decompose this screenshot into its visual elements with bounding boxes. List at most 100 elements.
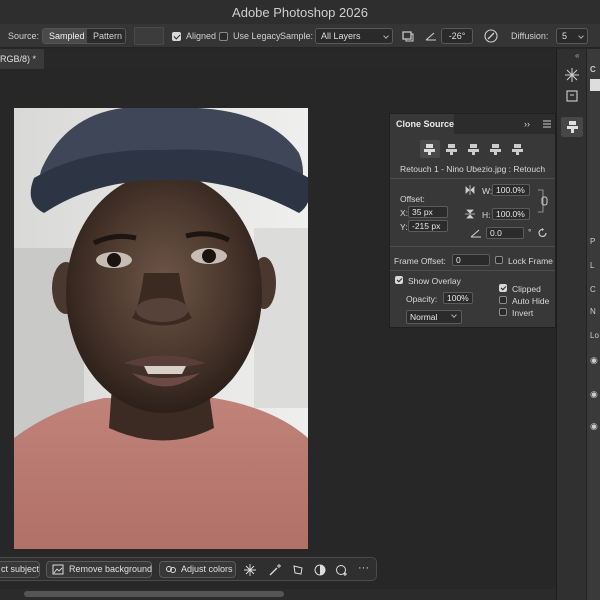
stamp-icon bbox=[468, 144, 479, 155]
sample-select-value: All Layers bbox=[321, 31, 361, 41]
height-label: H: bbox=[482, 210, 491, 220]
auto-hide-label: Auto Hide bbox=[512, 296, 550, 306]
document-tab-title: RGB/8) * bbox=[0, 54, 37, 64]
diffusion-label: Diffusion: bbox=[511, 31, 549, 41]
lock-frame-checkbox[interactable] bbox=[495, 256, 503, 264]
window-title-bar: Adobe Photoshop 2026 bbox=[0, 0, 600, 24]
use-legacy-checkbox[interactable] bbox=[219, 32, 228, 41]
app-title: Adobe Photoshop 2026 bbox=[232, 5, 368, 20]
angle-input[interactable]: -26° bbox=[441, 28, 473, 44]
visibility-eye-icon[interactable]: ◉ bbox=[590, 389, 598, 400]
offset-y-value: -215 px bbox=[412, 221, 441, 231]
history-brush-tool[interactable] bbox=[561, 86, 583, 106]
angle-value: -26° bbox=[448, 31, 466, 41]
visibility-eye-icon[interactable]: ◉ bbox=[590, 355, 598, 366]
show-overlay-label: Show Overlay bbox=[408, 276, 461, 286]
width-label: W: bbox=[482, 186, 493, 196]
panel-fragment: N bbox=[590, 307, 596, 316]
angle-unit: ° bbox=[528, 227, 532, 237]
collapse-icon[interactable]: ›› bbox=[524, 119, 530, 129]
adjust-colors-button[interactable]: Adjust colors bbox=[159, 561, 236, 578]
document-tab[interactable]: RGB/8) * bbox=[0, 49, 44, 69]
collapse-icon[interactable]: « bbox=[575, 51, 579, 60]
spot-healing-tool[interactable] bbox=[561, 65, 583, 85]
invert-label: Invert bbox=[512, 308, 534, 318]
transform-icon[interactable] bbox=[291, 563, 305, 577]
use-legacy-label: Use Legacy bbox=[233, 31, 281, 41]
y-label: Y: bbox=[400, 222, 408, 232]
opacity-value: 100% bbox=[447, 293, 469, 303]
divider bbox=[390, 270, 555, 271]
clone-source-1-button[interactable] bbox=[420, 140, 440, 158]
panel-fragment: C bbox=[590, 65, 596, 74]
clone-source-4-button[interactable] bbox=[486, 140, 506, 158]
blend-mode-select[interactable]: Normal bbox=[406, 310, 462, 324]
stamp-icon bbox=[490, 144, 501, 155]
aligned-checkbox[interactable] bbox=[172, 32, 181, 41]
contextual-task-bar: ct subject Remove background Adjust colo… bbox=[0, 557, 377, 581]
auto-hide-checkbox[interactable] bbox=[499, 296, 507, 304]
chevron-down-icon bbox=[578, 33, 584, 39]
select-subject-label: ct subject bbox=[1, 564, 40, 574]
pattern-picker[interactable] bbox=[134, 27, 164, 45]
adjust-colors-label: Adjust colors bbox=[181, 564, 233, 574]
reset-transform-icon[interactable] bbox=[537, 227, 549, 239]
offset-x-field[interactable]: 35 px bbox=[408, 206, 448, 218]
clipped-label: Clipped bbox=[512, 284, 541, 294]
frame-offset-label: Frame Offset: bbox=[394, 256, 446, 266]
stamp-icon bbox=[446, 144, 457, 155]
clone-stamp-tool[interactable] bbox=[561, 117, 583, 137]
magic-wand-icon[interactable] bbox=[268, 563, 282, 577]
pressure-size-icon[interactable] bbox=[483, 28, 499, 44]
scrollbar-thumb[interactable] bbox=[24, 591, 284, 597]
mask-icon[interactable] bbox=[313, 563, 327, 577]
clipped-checkbox[interactable] bbox=[499, 284, 507, 292]
more-options-icon[interactable]: ··· bbox=[358, 562, 369, 574]
offset-label: Offset: bbox=[400, 194, 425, 204]
options-bar: Source: Sampled Pattern Aligned Use Lega… bbox=[0, 24, 600, 48]
remove-background-button[interactable]: Remove background bbox=[46, 561, 152, 578]
tab-clone-source[interactable]: Clone Source bbox=[390, 114, 454, 134]
clone-source-3-button[interactable] bbox=[464, 140, 484, 158]
source-name: Retouch 1 - Nino Ubezio.jpg : Retouch bbox=[400, 164, 546, 174]
visibility-eye-icon[interactable]: ◉ bbox=[590, 421, 598, 432]
clone-source-5-button[interactable] bbox=[508, 140, 528, 158]
select-subject-button[interactable]: ct subject bbox=[0, 561, 40, 578]
width-field[interactable]: 100.0% bbox=[492, 184, 530, 196]
source-sampled-button[interactable]: Sampled bbox=[43, 29, 87, 43]
panel-fragment: L bbox=[590, 261, 595, 270]
diffusion-select[interactable]: 5 bbox=[556, 28, 588, 44]
color-swatch[interactable] bbox=[590, 79, 600, 91]
document-tab-strip: RGB/8) * bbox=[0, 49, 556, 69]
adjustment-layer-icon[interactable] bbox=[335, 563, 349, 577]
angle-icon bbox=[425, 32, 436, 41]
panel-menu-icon[interactable] bbox=[542, 119, 552, 129]
clone-source-2-button[interactable] bbox=[442, 140, 462, 158]
side-panels-strip: C P L C N Lo ◉ ◉ ◉ bbox=[586, 49, 600, 600]
lock-frame-label: Lock Frame bbox=[508, 256, 553, 266]
sample-select[interactable]: All Layers bbox=[315, 28, 393, 44]
rotate-angle-icon bbox=[470, 229, 481, 238]
flip-vertical-icon[interactable] bbox=[464, 208, 476, 220]
opacity-field[interactable]: 100% bbox=[443, 292, 473, 304]
show-overlay-checkbox[interactable] bbox=[395, 276, 403, 284]
document-image[interactable] bbox=[14, 108, 308, 549]
panel-fragment: P bbox=[590, 237, 596, 246]
generative-fill-icon[interactable] bbox=[243, 563, 257, 577]
link-icon[interactable] bbox=[536, 184, 548, 218]
frame-offset-field[interactable]: 0 bbox=[452, 254, 490, 266]
aligned-label: Aligned bbox=[186, 31, 217, 41]
offset-x-value: 35 px bbox=[412, 207, 433, 217]
source-toggle[interactable]: Sampled Pattern bbox=[42, 28, 126, 44]
angle-field[interactable]: 0.0 bbox=[486, 227, 524, 239]
chevron-down-icon bbox=[451, 312, 457, 318]
panel-header: Clone Source ›› bbox=[390, 114, 555, 134]
flip-horizontal-icon[interactable] bbox=[464, 184, 476, 196]
invert-checkbox[interactable] bbox=[499, 308, 507, 316]
clone-source-panel-icon[interactable] bbox=[401, 29, 415, 43]
sparkle-icon bbox=[565, 68, 579, 82]
source-pattern-button[interactable]: Pattern bbox=[87, 29, 125, 43]
offset-y-field[interactable]: -215 px bbox=[408, 220, 448, 232]
height-field[interactable]: 100.0% bbox=[492, 208, 530, 220]
diffusion-value: 5 bbox=[562, 31, 568, 41]
